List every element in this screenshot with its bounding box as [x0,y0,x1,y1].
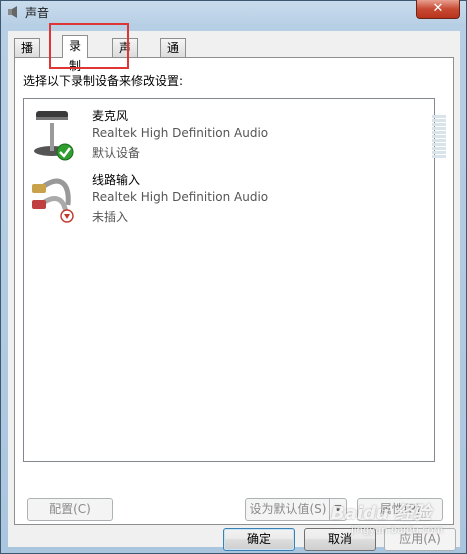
device-description: Realtek High Definition Audio [92,126,269,140]
dialog-client-area: 播放 录制 声音 通信 选择以下录制设备来修改设置: [8,31,460,551]
set-default-label: 设为默认值(S) [249,502,327,516]
device-description: Realtek High Definition Audio [92,190,269,204]
tab-communications[interactable]: 通信 [160,38,187,73]
recording-panel: 选择以下录制设备来修改设置: 麦克风 Realtek High Definiti… [14,57,454,525]
window-title: 声音 [25,6,50,20]
properties-button[interactable]: 属性(P) [357,498,443,521]
configure-button[interactable]: 配置(C) [27,498,113,521]
unplugged-icon [60,209,74,223]
default-check-icon [56,143,74,161]
device-status: 未插入 [92,210,129,224]
set-default-button[interactable]: 设为默认值(S) ▼ [245,498,347,521]
list-item-line-in[interactable]: 线路输入 Realtek High Definition Audio 未插入 [30,169,430,227]
device-list[interactable]: 麦克风 Realtek High Definition Audio 默认设备 线… [23,98,446,462]
device-name: 线路输入 [92,173,141,187]
level-meter [432,115,446,161]
close-button[interactable]: ✕ [416,0,460,19]
cancel-button[interactable]: 取消 [304,528,376,551]
instruction-text: 选择以下录制设备来修改设置: [23,74,184,88]
speaker-icon [8,6,17,18]
tab-playback[interactable]: 播放 [14,38,41,73]
title-bar[interactable]: 声音 ✕ [1,0,466,23]
tab-recording[interactable]: 录制 [62,35,89,73]
list-item-microphone[interactable]: 麦克风 Realtek High Definition Audio 默认设备 [30,105,446,163]
ok-button[interactable]: 确定 [223,528,295,551]
device-status: 默认设备 [92,146,141,160]
sound-dialog: 声音 ✕ 播放 录制 声音 通信 选择以下录制设备来修改设置: [0,0,467,554]
device-name: 麦克风 [92,109,129,123]
chevron-down-icon[interactable]: ▼ [329,499,346,520]
tab-sounds[interactable]: 声音 [112,38,139,73]
apply-button[interactable]: 应用(A) [384,528,456,551]
